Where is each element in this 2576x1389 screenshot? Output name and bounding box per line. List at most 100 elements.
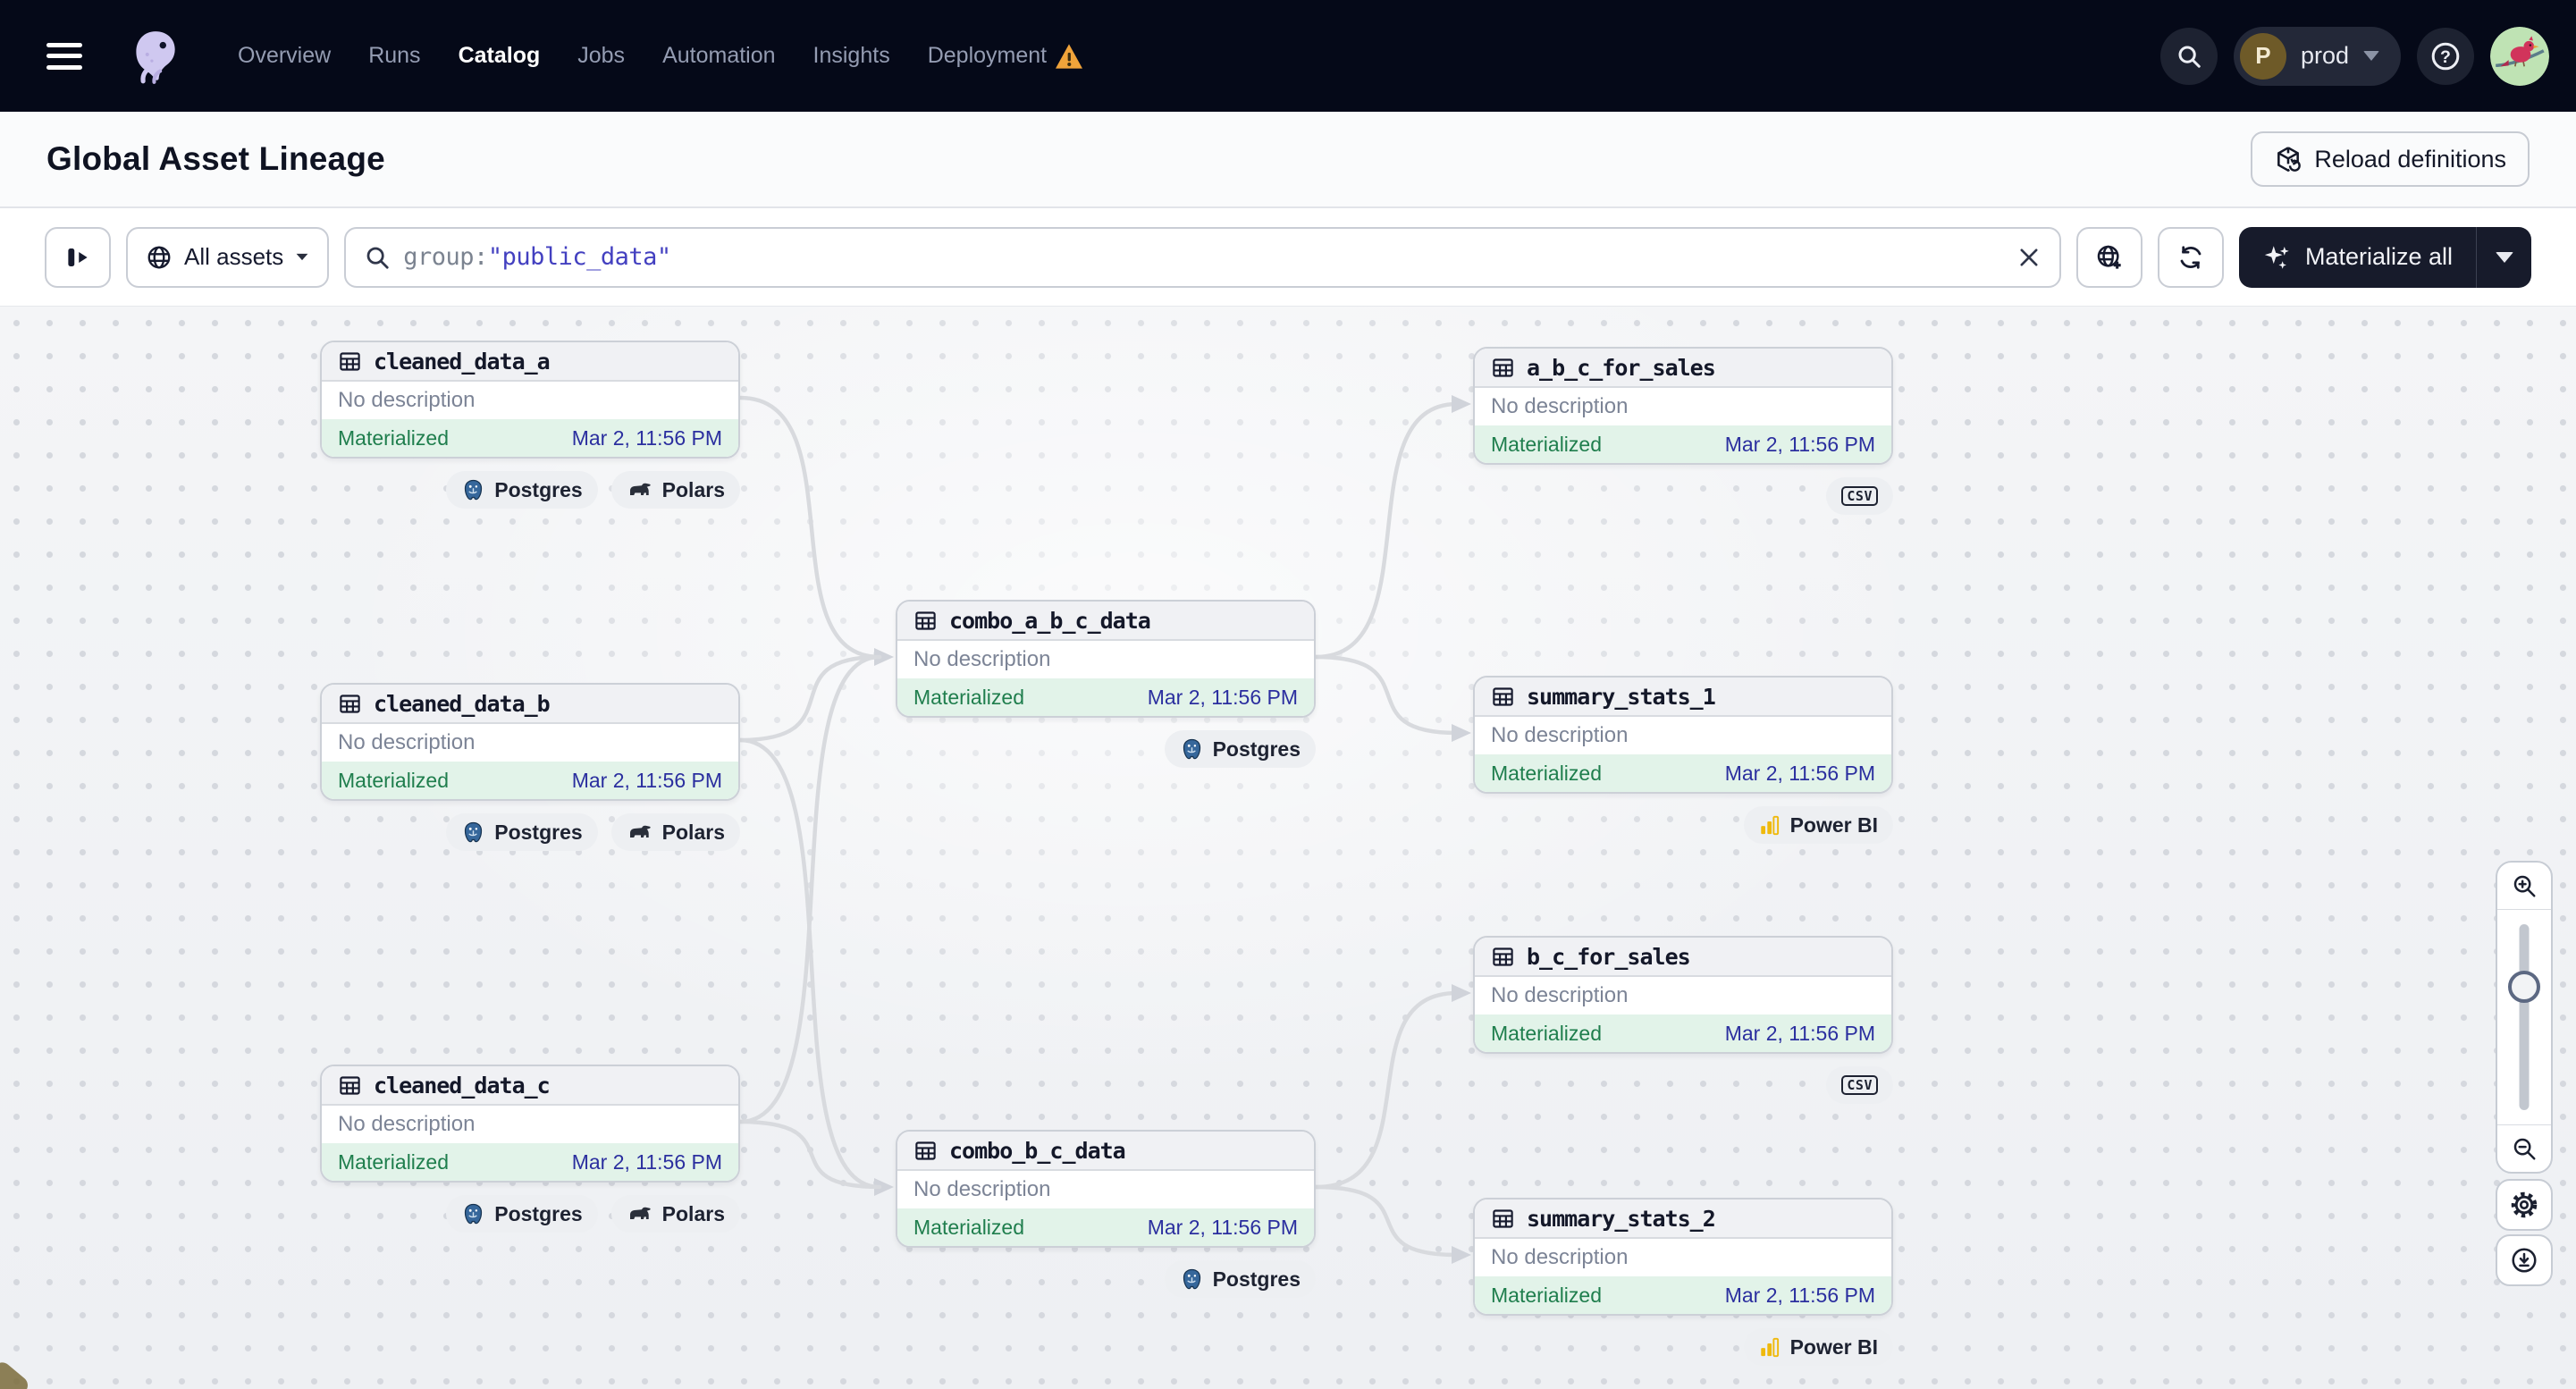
deployment-name: prod xyxy=(2301,42,2349,70)
asset-status-row: Materialized Mar 2, 11:56 PM xyxy=(1475,1014,1891,1052)
asset-description: No description xyxy=(897,641,1314,678)
asset-timestamp[interactable]: Mar 2, 11:56 PM xyxy=(572,1150,722,1174)
nav-item-overview[interactable]: Overview xyxy=(238,43,331,69)
polars-tag[interactable]: Polars xyxy=(611,1195,740,1233)
asset-node-header: cleaned_data_a xyxy=(322,342,738,382)
clear-search-button[interactable] xyxy=(2016,245,2041,270)
nav-item-automation[interactable]: Automation xyxy=(662,43,775,69)
asset-node-cleaned_data_a[interactable]: cleaned_data_a No description Materializ… xyxy=(320,341,740,459)
new-asset-button[interactable] xyxy=(2076,227,2142,288)
gear-icon xyxy=(2510,1191,2538,1219)
nav-item-jobs[interactable]: Jobs xyxy=(577,43,625,69)
asset-name: combo_a_b_c_data xyxy=(949,608,1150,634)
materialize-options-button[interactable] xyxy=(2476,227,2531,288)
materialize-all-button[interactable]: Materialize all xyxy=(2239,227,2476,288)
asset-node-combo_a_b_c_data[interactable]: combo_a_b_c_data No description Material… xyxy=(896,600,1316,718)
asset-timestamp[interactable]: Mar 2, 11:56 PM xyxy=(1725,1284,1875,1308)
nav-item-deployment[interactable]: Deployment xyxy=(928,43,1047,69)
table-icon xyxy=(913,1139,938,1163)
asset-tags-a_b_c_for_sales: CSV xyxy=(1473,477,1893,515)
asset-tags-summary_stats_1: Power BI xyxy=(1473,806,1893,844)
user-avatar[interactable] xyxy=(2490,27,2549,86)
asset-node-header: summary_stats_1 xyxy=(1475,678,1891,717)
polars-icon xyxy=(627,480,653,500)
asset-tags-cleaned_data_b: Postgres Polars xyxy=(320,813,740,851)
asset-node-cleaned_data_b[interactable]: cleaned_data_b No description Materializ… xyxy=(320,683,740,801)
graph-settings-button[interactable] xyxy=(2496,1179,2553,1231)
asset-timestamp[interactable]: Mar 2, 11:56 PM xyxy=(1725,762,1875,786)
edge-combo_a_b_c_data-to-summary_stats_1 xyxy=(1316,657,1457,733)
download-graph-button[interactable] xyxy=(2496,1234,2553,1286)
asset-node-summary_stats_1[interactable]: summary_stats_1 No description Materiali… xyxy=(1473,676,1893,794)
asset-node-header: a_b_c_for_sales xyxy=(1475,349,1891,388)
csv-tag[interactable]: CSV xyxy=(1826,477,1893,515)
zoom-control-panel xyxy=(2496,861,2553,1174)
nav-item-insights[interactable]: Insights xyxy=(813,43,890,69)
zoom-slider-track[interactable] xyxy=(2520,924,2530,1110)
deployment-warning-icon[interactable] xyxy=(1054,43,1084,70)
table-icon xyxy=(1491,945,1515,969)
hamburger-menu-icon[interactable] xyxy=(46,43,82,70)
polars-tag[interactable]: Polars xyxy=(611,471,740,509)
zoom-slider[interactable] xyxy=(2497,910,2551,1124)
asset-tags-combo_b_c_data: Postgres xyxy=(896,1260,1316,1298)
asset-node-a_b_c_for_sales[interactable]: a_b_c_for_sales No description Materiali… xyxy=(1473,347,1893,465)
chevron-down-icon xyxy=(297,254,308,260)
polars-icon xyxy=(627,1204,653,1224)
lineage-graph-canvas[interactable]: cleaned_data_a No description Materializ… xyxy=(0,306,2576,1389)
nav-item-runs[interactable]: Runs xyxy=(368,43,420,69)
asset-timestamp[interactable]: Mar 2, 11:56 PM xyxy=(1725,433,1875,457)
reload-definitions-label: Reload definitions xyxy=(2314,146,2506,173)
csv-tag[interactable]: CSV xyxy=(1826,1066,1893,1104)
asset-search-input[interactable]: group:"public_data" xyxy=(344,227,2061,288)
asset-status-row: Materialized Mar 2, 11:56 PM xyxy=(322,419,738,457)
tag-label: Postgres xyxy=(1213,737,1301,762)
asset-name: cleaned_data_c xyxy=(374,1073,550,1099)
postgres-tag[interactable]: Postgres xyxy=(1165,1260,1316,1298)
tag-label: Postgres xyxy=(1213,1267,1301,1292)
nav-item-catalog[interactable]: Catalog xyxy=(459,43,541,69)
global-search-button[interactable] xyxy=(2160,28,2218,85)
help-button[interactable]: ? xyxy=(2417,28,2474,85)
open-sidebar-button[interactable] xyxy=(45,227,111,288)
globe-icon xyxy=(146,244,173,271)
postgres-tag[interactable]: Postgres xyxy=(446,813,597,851)
question-icon: ? xyxy=(2429,40,2462,72)
asset-name: summary_stats_2 xyxy=(1527,1206,1715,1232)
powerbi-tag[interactable]: Power BI xyxy=(1744,1328,1893,1366)
polars-icon xyxy=(627,822,653,842)
refresh-button[interactable] xyxy=(2158,227,2224,288)
asset-timestamp[interactable]: Mar 2, 11:56 PM xyxy=(572,426,722,450)
zoom-in-button[interactable] xyxy=(2497,863,2551,909)
asset-node-b_c_for_sales[interactable]: b_c_for_sales No description Materialize… xyxy=(1473,936,1893,1054)
asset-scope-dropdown[interactable]: All assets xyxy=(126,227,329,288)
polars-tag[interactable]: Polars xyxy=(611,813,740,851)
powerbi-tag[interactable]: Power BI xyxy=(1744,806,1893,844)
asset-timestamp[interactable]: Mar 2, 11:56 PM xyxy=(572,769,722,793)
close-icon xyxy=(2016,245,2041,270)
asset-description: No description xyxy=(1475,977,1891,1014)
postgres-tag[interactable]: Postgres xyxy=(1165,730,1316,768)
zoom-out-button[interactable] xyxy=(2497,1125,2551,1172)
asset-node-summary_stats_2[interactable]: summary_stats_2 No description Materiali… xyxy=(1473,1198,1893,1316)
dagster-logo[interactable] xyxy=(125,24,184,88)
deployment-switcher[interactable]: P prod xyxy=(2234,27,2401,86)
bird-avatar-image xyxy=(2490,27,2549,86)
asset-description: No description xyxy=(322,1106,738,1143)
postgres-tag[interactable]: Postgres xyxy=(446,1195,597,1233)
lineage-toolbar: All assets group:"public_data" xyxy=(0,208,2576,306)
edge-cleaned_data_b-to-combo_a_b_c_data xyxy=(740,657,880,740)
asset-status-row: Materialized Mar 2, 11:56 PM xyxy=(322,762,738,799)
asset-status: Materialized xyxy=(1491,1284,1602,1308)
svg-text:?: ? xyxy=(2440,46,2451,66)
csv-icon: CSV xyxy=(1841,1075,1878,1095)
asset-timestamp[interactable]: Mar 2, 11:56 PM xyxy=(1148,686,1298,710)
asset-node-combo_b_c_data[interactable]: combo_b_c_data No description Materializ… xyxy=(896,1130,1316,1248)
asset-node-cleaned_data_c[interactable]: cleaned_data_c No description Materializ… xyxy=(320,1065,740,1183)
zoom-slider-handle[interactable] xyxy=(2508,971,2540,1003)
asset-timestamp[interactable]: Mar 2, 11:56 PM xyxy=(1725,1022,1875,1046)
asset-timestamp[interactable]: Mar 2, 11:56 PM xyxy=(1148,1216,1298,1240)
reload-definitions-button[interactable]: Reload definitions xyxy=(2251,131,2530,187)
tag-label: Postgres xyxy=(494,478,582,502)
postgres-tag[interactable]: Postgres xyxy=(446,471,597,509)
